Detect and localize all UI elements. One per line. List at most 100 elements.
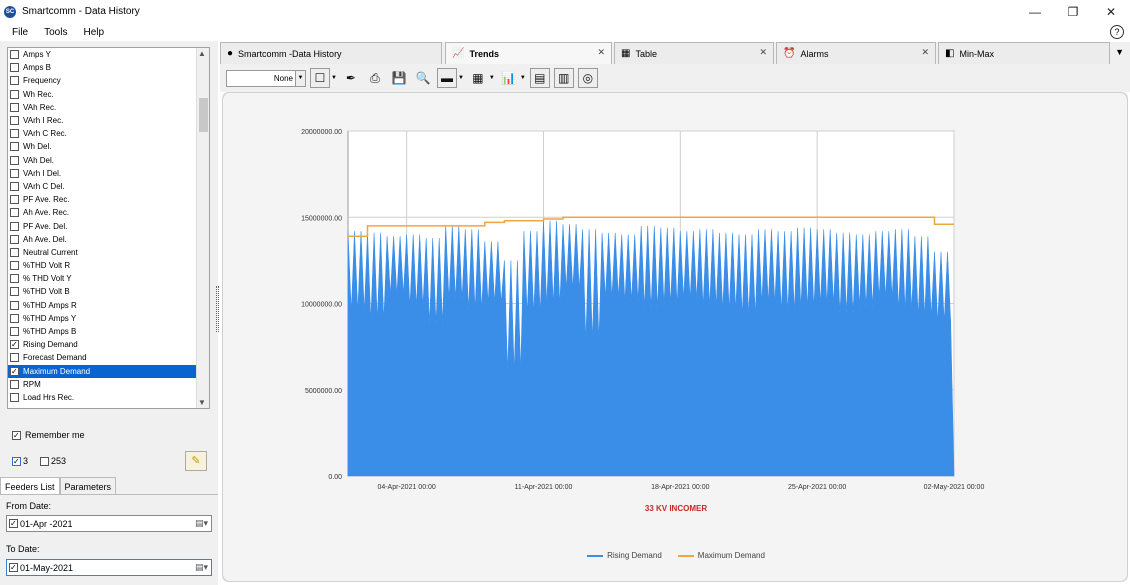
settings-icon[interactable]: ◎ bbox=[577, 68, 598, 88]
parameter-checkbox[interactable] bbox=[10, 379, 19, 389]
panel-splitter[interactable] bbox=[216, 286, 219, 332]
help-icon[interactable]: ? bbox=[1110, 25, 1124, 39]
from-date-field[interactable]: 01-Apr -2021 ▤▾ bbox=[6, 515, 212, 532]
parameter-item[interactable]: Wh Del. bbox=[8, 140, 209, 153]
count-a-checkbox[interactable] bbox=[12, 456, 21, 466]
chevron-down-icon[interactable]: ▼ bbox=[331, 75, 337, 81]
parameter-item[interactable]: %THD Amps B bbox=[8, 325, 209, 338]
parameter-item[interactable]: %THD Amps Y bbox=[8, 312, 209, 325]
parameter-item[interactable]: Load Hrs Rec. bbox=[8, 391, 209, 404]
parameter-item[interactable]: VArh C Del. bbox=[8, 180, 209, 193]
chart-type-icon[interactable]: 📊 bbox=[499, 68, 519, 88]
parameter-checkbox[interactable] bbox=[10, 181, 19, 191]
parameter-checkbox[interactable] bbox=[10, 353, 19, 363]
parameter-list[interactable]: Amps Y Amps B Frequency Wh Rec. VAh Rec. VArh… bbox=[7, 47, 210, 409]
parameter-item[interactable]: %THD Amps R bbox=[8, 299, 209, 312]
to-date-field[interactable]: 01-May-2021 ▤▾ bbox=[6, 559, 212, 576]
parameter-item[interactable]: Neutral Current bbox=[8, 246, 209, 259]
parameter-checkbox[interactable] bbox=[10, 221, 19, 231]
parameter-checkbox[interactable] bbox=[10, 234, 19, 244]
chevron-down-icon[interactable]: ▼ bbox=[295, 70, 305, 86]
close-tab-icon[interactable]: ✕ bbox=[921, 47, 929, 58]
parameter-item[interactable]: Amps B bbox=[8, 61, 209, 74]
parameter-item[interactable]: VArh I Del. bbox=[8, 167, 209, 180]
import-icon[interactable]: ▥ bbox=[553, 68, 574, 88]
parameter-checkbox[interactable] bbox=[10, 142, 19, 152]
from-date-checkbox[interactable] bbox=[9, 519, 18, 528]
parameter-checkbox[interactable] bbox=[10, 63, 19, 73]
remember-me-checkbox[interactable] bbox=[12, 430, 21, 440]
tab-alarms[interactable]: ⏰ Alarms ✕ bbox=[776, 42, 936, 64]
close-tab-icon[interactable]: ✕ bbox=[597, 47, 605, 58]
tab-parameters[interactable]: Parameters bbox=[59, 477, 117, 494]
calendar-icon[interactable]: ▤▾ bbox=[195, 562, 208, 573]
parameter-checkbox[interactable] bbox=[10, 247, 19, 257]
parameter-checkbox[interactable] bbox=[10, 50, 19, 60]
tab-data-history[interactable]: ● Smartcomm -Data History bbox=[220, 42, 442, 64]
menu-tools[interactable]: Tools bbox=[44, 27, 67, 38]
zoom-out-icon[interactable]: 🔍 bbox=[413, 68, 433, 88]
parameter-checkbox[interactable] bbox=[10, 287, 19, 297]
tab-trends[interactable]: 📈 Trends ✕ bbox=[445, 42, 612, 64]
parameter-item[interactable]: %THD Volt R bbox=[8, 259, 209, 272]
scroll-up-icon[interactable]: ▲ bbox=[198, 49, 206, 58]
pen-icon[interactable]: ✒ bbox=[341, 68, 361, 88]
remember-me[interactable]: Remember me bbox=[12, 430, 85, 440]
parameter-checkbox[interactable] bbox=[10, 340, 19, 350]
calendar-icon[interactable]: ▤▾ bbox=[195, 518, 208, 529]
parameter-checkbox[interactable] bbox=[10, 274, 19, 284]
export-icon[interactable]: ▤ bbox=[529, 68, 550, 88]
to-date-checkbox[interactable] bbox=[9, 563, 18, 572]
print-icon[interactable]: ⎙ bbox=[365, 68, 385, 88]
line-style-select[interactable]: None ▼ bbox=[226, 69, 306, 87]
parameter-item[interactable]: VAh Rec. bbox=[8, 101, 209, 114]
parameter-checkbox[interactable] bbox=[10, 366, 19, 376]
chevron-down-icon[interactable]: ▼ bbox=[458, 75, 464, 81]
parameter-checkbox[interactable] bbox=[10, 155, 19, 165]
parameter-checkbox[interactable] bbox=[10, 261, 19, 271]
chevron-down-icon[interactable]: ▼ bbox=[489, 75, 495, 81]
parameter-item[interactable]: Amps Y bbox=[8, 48, 209, 61]
scroll-thumb[interactable] bbox=[199, 98, 208, 132]
parameter-item[interactable]: Maximum Demand bbox=[8, 364, 209, 378]
parameter-checkbox[interactable] bbox=[10, 208, 19, 218]
tab-table[interactable]: ▦ Table ✕ bbox=[614, 42, 774, 64]
close-tab-icon[interactable]: ✕ bbox=[759, 47, 767, 58]
parameter-checkbox[interactable] bbox=[10, 327, 19, 337]
parameter-item[interactable]: %THD Volt B bbox=[8, 285, 209, 298]
marker-square-icon[interactable]: ☐ bbox=[310, 68, 330, 88]
parameter-checkbox[interactable] bbox=[10, 102, 19, 112]
list-scrollbar[interactable]: ▲ ▼ bbox=[196, 48, 209, 408]
parameter-checkbox[interactable] bbox=[10, 168, 19, 178]
edit-pencil-icon[interactable]: ✎ bbox=[185, 451, 207, 471]
parameter-item[interactable]: VArh C Rec. bbox=[8, 127, 209, 140]
count-b-checkbox[interactable] bbox=[40, 456, 50, 466]
parameter-item[interactable]: RPM bbox=[8, 378, 209, 391]
restore-button[interactable]: ❐ bbox=[1054, 0, 1092, 23]
parameter-item[interactable]: PF Ave. Del. bbox=[8, 219, 209, 232]
tab-feeders-list[interactable]: Feeders List bbox=[0, 477, 60, 494]
parameter-checkbox[interactable] bbox=[10, 313, 19, 323]
tab-min-max[interactable]: ◧ Min-Max bbox=[938, 42, 1110, 64]
close-button[interactable]: ✕ bbox=[1092, 0, 1130, 23]
parameter-item[interactable]: Frequency bbox=[8, 74, 209, 87]
parameter-checkbox[interactable] bbox=[10, 129, 19, 139]
parameter-item[interactable]: Wh Rec. bbox=[8, 88, 209, 101]
minimize-button[interactable]: — bbox=[1016, 0, 1054, 23]
parameter-checkbox[interactable] bbox=[10, 392, 19, 402]
parameter-checkbox[interactable] bbox=[10, 89, 19, 99]
grid-icon[interactable]: ▦ bbox=[468, 68, 488, 88]
save-icon[interactable]: 💾 bbox=[389, 68, 409, 88]
parameter-checkbox[interactable] bbox=[10, 195, 19, 205]
menu-file[interactable]: File bbox=[12, 27, 28, 38]
parameter-checkbox[interactable] bbox=[10, 300, 19, 310]
parameter-item[interactable]: Ah Ave. Rec. bbox=[8, 206, 209, 219]
parameter-item[interactable]: Forecast Demand bbox=[8, 351, 209, 364]
parameter-item[interactable]: VAh Del. bbox=[8, 154, 209, 167]
series-list-icon[interactable]: ▬ bbox=[436, 68, 457, 88]
parameter-item[interactable]: PF Ave. Rec. bbox=[8, 193, 209, 206]
parameter-item[interactable]: Rising Demand bbox=[8, 338, 209, 351]
parameter-checkbox[interactable] bbox=[10, 116, 19, 126]
scroll-down-icon[interactable]: ▼ bbox=[198, 398, 206, 407]
parameter-checkbox[interactable] bbox=[10, 76, 19, 86]
